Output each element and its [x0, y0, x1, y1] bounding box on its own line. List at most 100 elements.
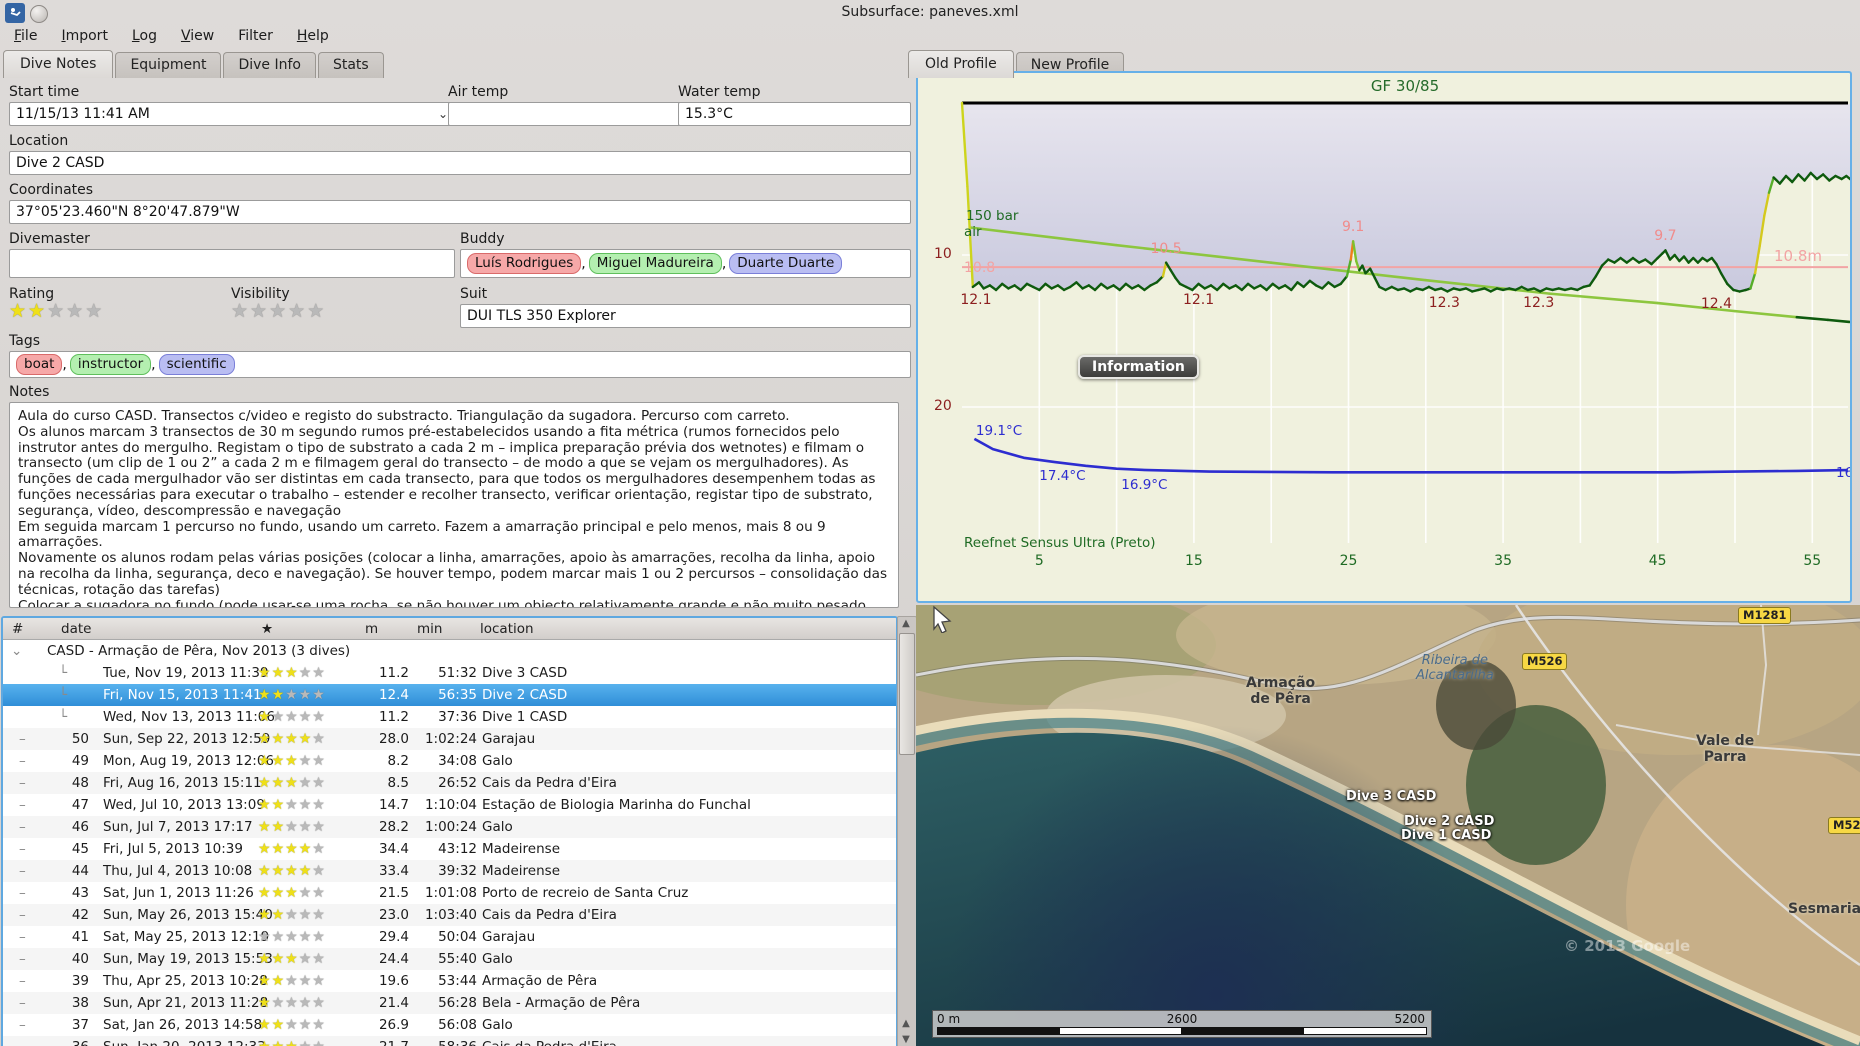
- depth-annotation: 9.7: [1654, 228, 1677, 245]
- buddy-field[interactable]: Luís Rodrigues, Miguel Madureira, Duarte D…: [460, 249, 911, 278]
- dive-duration: 39:32: [438, 863, 477, 879]
- location-label: Location: [9, 133, 69, 149]
- dive-row[interactable]: –49 Mon, Aug 19, 2013 12:06 ★★★★★ 8.2 34:08 G…: [3, 750, 896, 772]
- dive-row[interactable]: –38 Sun, Apr 21, 2013 11:28 ★★★★★ 21.4 56:28…: [3, 992, 896, 1014]
- star-empty-icon: ★: [298, 709, 313, 725]
- star-empty-icon[interactable]: ★: [85, 300, 104, 322]
- menu-item-log[interactable]: Log: [122, 26, 167, 48]
- dive-row[interactable]: –47 Wed, Jul 10, 2013 13:09 ★★★★★ 14.7 1:10:…: [3, 794, 896, 816]
- dive-site-map[interactable]: M1281 M526 M526 Ribeira de Alcantarilha Arma…: [916, 605, 1860, 1046]
- suit-field[interactable]: DUI TLS 350 Explorer: [460, 304, 911, 328]
- star-empty-icon: ★: [285, 819, 299, 835]
- information-button[interactable]: Information: [1078, 355, 1199, 379]
- scroll-up-icon[interactable]: ▲: [898, 617, 914, 631]
- star-empty-icon: ★: [312, 951, 326, 967]
- dive-number: 43: [71, 885, 89, 901]
- star-empty-icon[interactable]: ★: [307, 300, 326, 322]
- divemaster-field[interactable]: [9, 249, 455, 278]
- tab-equipment[interactable]: Equipment: [115, 52, 222, 78]
- dive-row[interactable]: –45 Fri, Jul 5, 2013 10:39 ★★★★★ 34.4 43:12 M…: [3, 838, 896, 860]
- column-header-num[interactable]: #: [12, 618, 23, 640]
- dive-duration: 1:00:24: [424, 819, 477, 835]
- star-empty-icon[interactable]: ★: [231, 300, 250, 322]
- tab-dive-info[interactable]: Dive Info: [223, 52, 316, 78]
- dive-rating-stars: ★★★★★: [258, 662, 326, 684]
- column-header-location[interactable]: location: [480, 618, 534, 640]
- tab-stats[interactable]: Stats: [317, 52, 384, 78]
- dive-row[interactable]: └ Tue, Nov 19, 2013 11:39 ★★★★★ 11.2 51:32 Di…: [3, 662, 896, 684]
- dive-row[interactable]: –46 Sun, Jul 7, 2013 17:17 ★★★★★ 28.2 1:00:2…: [3, 816, 896, 838]
- coordinates-field[interactable]: 37°05'23.460"N 8°20'47.879"W: [9, 200, 911, 224]
- dive-row[interactable]: –42 Sun, May 26, 2013 15:40 ★★★★★ 23.0 1:03:…: [3, 904, 896, 926]
- dive-list-table[interactable]: # date ★ m min location ⌄ CASD - Armação de Pêr…: [1, 616, 898, 1046]
- star-empty-icon[interactable]: ★: [66, 300, 85, 322]
- dive-row[interactable]: –39 Thu, Apr 25, 2013 10:28 ★★★★★ 19.6 53:44…: [3, 970, 896, 992]
- visibility-stars[interactable]: ★★★★★: [231, 300, 326, 322]
- dive-duration: 56:28: [438, 995, 477, 1011]
- chevron-down-icon[interactable]: ⌄: [438, 107, 448, 121]
- column-header-depth[interactable]: m: [365, 618, 378, 640]
- menu-item-help[interactable]: Help: [287, 26, 339, 48]
- menu-item-view[interactable]: View: [171, 26, 224, 48]
- star-empty-icon[interactable]: ★: [250, 300, 269, 322]
- dive-list-scrollbar[interactable]: ▲ ▲ ▼: [897, 616, 917, 1046]
- tab-old-profile[interactable]: Old Profile: [908, 50, 1014, 78]
- menubar: File Import Log View Filter Help: [4, 26, 339, 48]
- dive-number: 46: [71, 819, 89, 835]
- road-badge: M526: [1522, 653, 1568, 670]
- star-filled-icon[interactable]: ★: [28, 300, 47, 322]
- star-filled-icon: ★: [258, 995, 272, 1011]
- dive-row[interactable]: –48 Fri, Aug 16, 2013 15:11 ★★★★★ 8.5 26:52 C…: [3, 772, 896, 794]
- column-header-stars[interactable]: ★: [261, 618, 273, 640]
- dive-trip-group-row[interactable]: ⌄ CASD - Armação de Pêra, Nov 2013 (3 div…: [3, 640, 896, 662]
- dive-row[interactable]: –36Sun, Jan 20, 2013 12:33★★★★★21.758:36…: [3, 1036, 896, 1046]
- divemaster-label: Divemaster: [9, 231, 90, 247]
- star-empty-icon[interactable]: ★: [47, 300, 66, 322]
- column-header-date[interactable]: date: [61, 618, 91, 640]
- menu-item-file[interactable]: File: [4, 26, 47, 48]
- menu-item-filter[interactable]: Filter: [228, 26, 283, 48]
- dive-row[interactable]: └ Wed, Nov 13, 2013 11:06 ★★★★★ 11.2 37:36 Di…: [3, 706, 896, 728]
- dive-profile-chart[interactable]: 10.8 GF 30/85 10 20 5 15 25 35 45 55 Reefnet Sensu…: [916, 71, 1852, 603]
- star-filled-icon[interactable]: ★: [9, 300, 28, 322]
- column-header-duration[interactable]: min: [417, 618, 442, 640]
- dive-row[interactable]: └ Fri, Nov 15, 2013 11:41 ★★★★★ 12.4 56:35 Di…: [3, 684, 896, 706]
- star-filled-icon: ★: [258, 951, 272, 967]
- dive-row[interactable]: –37 Sat, Jan 26, 2013 14:58 ★★★★★ 26.9 56:08…: [3, 1014, 896, 1036]
- scrollbar-thumb[interactable]: [899, 633, 915, 755]
- star-filled-icon: ★: [271, 885, 286, 901]
- dive-depth: 11.2: [378, 665, 409, 681]
- star-filled-icon: ★: [272, 1039, 286, 1046]
- star-empty-icon[interactable]: ★: [269, 300, 288, 322]
- air-temp-field[interactable]: [448, 102, 688, 126]
- dive-row[interactable]: –40 Sun, May 19, 2013 15:53 ★★★★★ 24.4 55:40…: [3, 948, 896, 970]
- scroll-up-icon[interactable]: ▲: [898, 1017, 914, 1031]
- satellite-map-image[interactable]: [916, 605, 1860, 1046]
- star-empty-icon[interactable]: ★: [288, 300, 307, 322]
- water-temp-field[interactable]: 15.3°C: [678, 102, 911, 126]
- tree-branch: –: [19, 929, 26, 945]
- tags-field[interactable]: boat, instructor, scientific: [9, 351, 911, 378]
- dive-row[interactable]: –50 Sun, Sep 22, 2013 12:59 ★★★★★ 28.0 1:02:…: [3, 728, 896, 750]
- star-filled-icon: ★: [258, 665, 272, 681]
- scale-segment: [1059, 1027, 1183, 1035]
- tab-dive-notes[interactable]: Dive Notes: [3, 50, 114, 78]
- scale-mid-label: 2600: [1166, 1012, 1198, 1026]
- scroll-down-icon[interactable]: ▼: [898, 1033, 914, 1046]
- rating-stars[interactable]: ★★★★★: [9, 300, 104, 322]
- start-time-combo[interactable]: 11/15/13 11:41 AM ⌄: [9, 102, 455, 126]
- map-place-label: Vale de Parra: [1696, 733, 1755, 765]
- menu-item-import[interactable]: Import: [51, 26, 117, 48]
- dive-duration: 58:36: [411, 1036, 477, 1046]
- profile-plot-canvas[interactable]: 10.8: [918, 73, 1850, 601]
- collapse-caret-icon[interactable]: ⌄: [11, 640, 22, 662]
- dive-number: 39: [71, 973, 89, 989]
- notes-textarea[interactable]: Aula do curso CASD. Transectos c/video e…: [9, 402, 899, 608]
- dive-row[interactable]: –44 Thu, Jul 4, 2013 10:08 ★★★★★ 33.4 39:32 M…: [3, 860, 896, 882]
- dive-depth: 21.4: [378, 995, 409, 1011]
- tags-label: Tags: [9, 333, 40, 349]
- dive-row[interactable]: –41 Sat, May 25, 2013 12:19 ★★★★★ 29.4 50:04…: [3, 926, 896, 948]
- buddy-separator: ,: [581, 255, 586, 272]
- location-field[interactable]: Dive 2 CASD: [9, 151, 911, 175]
- dive-row[interactable]: –43 Sat, Jun 1, 2013 11:26 ★★★★★ 21.5 1:01:0…: [3, 882, 896, 904]
